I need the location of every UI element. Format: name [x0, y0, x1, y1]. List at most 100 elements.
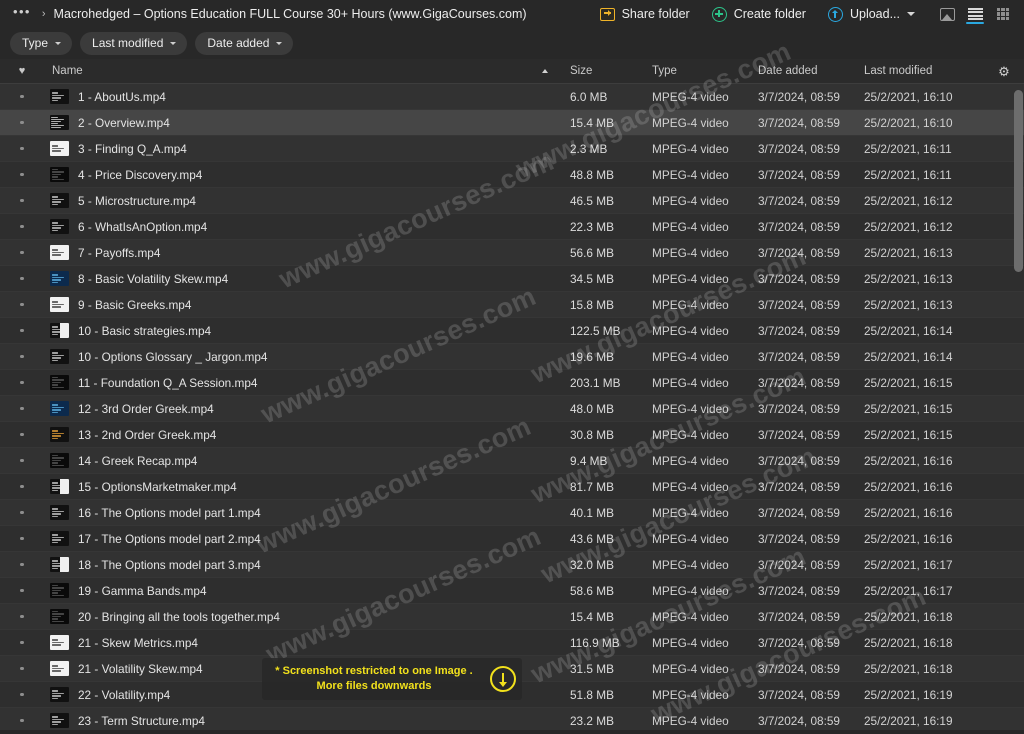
share-folder-button[interactable]: Share folder [589, 4, 701, 24]
file-name[interactable]: 10 - Options Glossary _ Jargon.mp4 [74, 350, 570, 364]
chevron-down-icon[interactable] [907, 12, 915, 16]
filter-chip-type[interactable]: Type [10, 32, 72, 55]
file-name[interactable]: 21 - Skew Metrics.mp4 [74, 636, 570, 650]
file-name[interactable]: 11 - Foundation Q_A Session.mp4 [74, 376, 570, 390]
file-size: 2.3 MB [570, 142, 652, 156]
vertical-scrollbar[interactable] [1014, 88, 1023, 734]
file-icon-cell [44, 583, 74, 598]
file-row[interactable]: 9 - Basic Greeks.mp415.8 MBMPEG-4 video3… [0, 292, 1024, 318]
file-name[interactable]: 20 - Bringing all the tools together.mp4 [74, 610, 570, 624]
file-name[interactable]: 2 - Overview.mp4 [74, 116, 570, 130]
column-header-size[interactable]: Size [570, 65, 652, 77]
row-select-dot[interactable] [0, 563, 44, 567]
file-name[interactable]: 8 - Basic Volatility Skew.mp4 [74, 272, 570, 286]
column-header-name[interactable]: Name [44, 65, 570, 77]
filter-chip-last-modified[interactable]: Last modified [80, 32, 187, 55]
file-name[interactable]: 17 - The Options model part 2.mp4 [74, 532, 570, 546]
file-name[interactable]: 13 - 2nd Order Greek.mp4 [74, 428, 570, 442]
row-select-dot[interactable] [0, 277, 44, 281]
file-row[interactable]: 5 - Microstructure.mp446.5 MBMPEG-4 vide… [0, 188, 1024, 214]
file-row[interactable]: 7 - Payoffs.mp456.6 MBMPEG-4 video3/7/20… [0, 240, 1024, 266]
file-row[interactable]: 1 - AboutUs.mp46.0 MBMPEG-4 video3/7/202… [0, 84, 1024, 110]
file-row[interactable]: 17 - The Options model part 2.mp443.6 MB… [0, 526, 1024, 552]
row-select-dot[interactable] [0, 641, 44, 645]
file-row[interactable]: 16 - The Options model part 1.mp440.1 MB… [0, 500, 1024, 526]
file-list[interactable]: 1 - AboutUs.mp46.0 MBMPEG-4 video3/7/202… [0, 84, 1024, 730]
grid-view-button[interactable] [990, 2, 1016, 26]
file-row[interactable]: 6 - WhatIsAnOption.mp422.3 MBMPEG-4 vide… [0, 214, 1024, 240]
file-row[interactable]: 11 - Foundation Q_A Session.mp4203.1 MBM… [0, 370, 1024, 396]
row-select-dot[interactable] [0, 511, 44, 515]
file-row[interactable]: 13 - 2nd Order Greek.mp430.8 MBMPEG-4 vi… [0, 422, 1024, 448]
file-name[interactable]: 12 - 3rd Order Greek.mp4 [74, 402, 570, 416]
row-select-dot[interactable] [0, 615, 44, 619]
row-select-dot[interactable] [0, 459, 44, 463]
file-name[interactable]: 5 - Microstructure.mp4 [74, 194, 570, 208]
file-row[interactable]: 14 - Greek Recap.mp49.4 MBMPEG-4 video3/… [0, 448, 1024, 474]
file-row[interactable]: 4 - Price Discovery.mp448.8 MBMPEG-4 vid… [0, 162, 1024, 188]
row-select-dot[interactable] [0, 147, 44, 151]
file-row[interactable]: 20 - Bringing all the tools together.mp4… [0, 604, 1024, 630]
video-thumbnail-icon [50, 427, 69, 442]
file-row[interactable]: 12 - 3rd Order Greek.mp448.0 MBMPEG-4 vi… [0, 396, 1024, 422]
column-header-favorite[interactable]: ♥ [0, 66, 44, 77]
row-select-dot[interactable] [0, 121, 44, 125]
row-select-dot[interactable] [0, 537, 44, 541]
row-select-dot[interactable] [0, 303, 44, 307]
row-select-dot[interactable] [0, 485, 44, 489]
file-name[interactable]: 19 - Gamma Bands.mp4 [74, 584, 570, 598]
row-select-dot[interactable] [0, 667, 44, 671]
row-select-dot[interactable] [0, 719, 44, 723]
row-select-dot[interactable] [0, 329, 44, 333]
file-row[interactable]: 21 - Skew Metrics.mp4116.9 MBMPEG-4 vide… [0, 630, 1024, 656]
row-select-dot[interactable] [0, 355, 44, 359]
file-row[interactable]: 19 - Gamma Bands.mp458.6 MBMPEG-4 video3… [0, 578, 1024, 604]
file-name[interactable]: 18 - The Options model part 3.mp4 [74, 558, 570, 572]
gallery-view-button[interactable] [934, 2, 960, 26]
file-name[interactable]: 6 - WhatIsAnOption.mp4 [74, 220, 570, 234]
file-name[interactable]: 16 - The Options model part 1.mp4 [74, 506, 570, 520]
file-row[interactable]: 2 - Overview.mp415.4 MBMPEG-4 video3/7/2… [0, 110, 1024, 136]
list-view-button[interactable] [962, 2, 988, 26]
file-name[interactable]: 3 - Finding Q_A.mp4 [74, 142, 570, 156]
file-row[interactable]: 18 - The Options model part 3.mp432.0 MB… [0, 552, 1024, 578]
file-name[interactable]: 10 - Basic strategies.mp4 [74, 324, 570, 338]
row-select-dot[interactable] [0, 381, 44, 385]
file-row[interactable]: 8 - Basic Volatility Skew.mp434.5 MBMPEG… [0, 266, 1024, 292]
file-name[interactable]: 23 - Term Structure.mp4 [74, 714, 570, 728]
file-name[interactable]: 1 - AboutUs.mp4 [74, 90, 570, 104]
column-header-date-added[interactable]: Date added [758, 65, 864, 77]
file-name[interactable]: 9 - Basic Greeks.mp4 [74, 298, 570, 312]
file-name[interactable]: 7 - Payoffs.mp4 [74, 246, 570, 260]
row-select-dot[interactable] [0, 173, 44, 177]
column-header-type[interactable]: Type [652, 65, 758, 77]
column-header-last-modified[interactable]: Last modified [864, 65, 984, 77]
toolbar-actions: Share folder Create folder Upload... [589, 2, 1016, 26]
column-settings-button[interactable]: ⚙ [984, 65, 1024, 78]
row-select-dot[interactable] [0, 95, 44, 99]
row-select-dot[interactable] [0, 693, 44, 697]
file-date-added: 3/7/2024, 08:59 [758, 246, 864, 260]
breadcrumb-current-folder[interactable]: Macrohedged – Options Education FULL Cou… [54, 7, 527, 21]
file-name[interactable]: 15 - OptionsMarketmaker.mp4 [74, 480, 570, 494]
create-folder-button[interactable]: Create folder [701, 4, 817, 25]
file-type: MPEG-4 video [652, 350, 758, 364]
row-select-dot[interactable] [0, 199, 44, 203]
row-select-dot[interactable] [0, 251, 44, 255]
file-row[interactable]: 10 - Options Glossary _ Jargon.mp419.6 M… [0, 344, 1024, 370]
video-thumbnail-icon [50, 375, 69, 390]
file-row[interactable]: 10 - Basic strategies.mp4122.5 MBMPEG-4 … [0, 318, 1024, 344]
row-select-dot[interactable] [0, 225, 44, 229]
breadcrumb-overflow-button[interactable]: ••• [10, 5, 34, 23]
row-select-dot[interactable] [0, 589, 44, 593]
file-row[interactable]: 15 - OptionsMarketmaker.mp481.7 MBMPEG-4… [0, 474, 1024, 500]
filter-chip-date-added[interactable]: Date added [195, 32, 293, 55]
row-select-dot[interactable] [0, 407, 44, 411]
file-name[interactable]: 4 - Price Discovery.mp4 [74, 168, 570, 182]
upload-button[interactable]: Upload... [817, 4, 926, 25]
file-row[interactable]: 3 - Finding Q_A.mp42.3 MBMPEG-4 video3/7… [0, 136, 1024, 162]
file-row[interactable]: 23 - Term Structure.mp423.2 MBMPEG-4 vid… [0, 708, 1024, 730]
row-select-dot[interactable] [0, 433, 44, 437]
scrollbar-thumb[interactable] [1014, 90, 1023, 272]
file-name[interactable]: 14 - Greek Recap.mp4 [74, 454, 570, 468]
